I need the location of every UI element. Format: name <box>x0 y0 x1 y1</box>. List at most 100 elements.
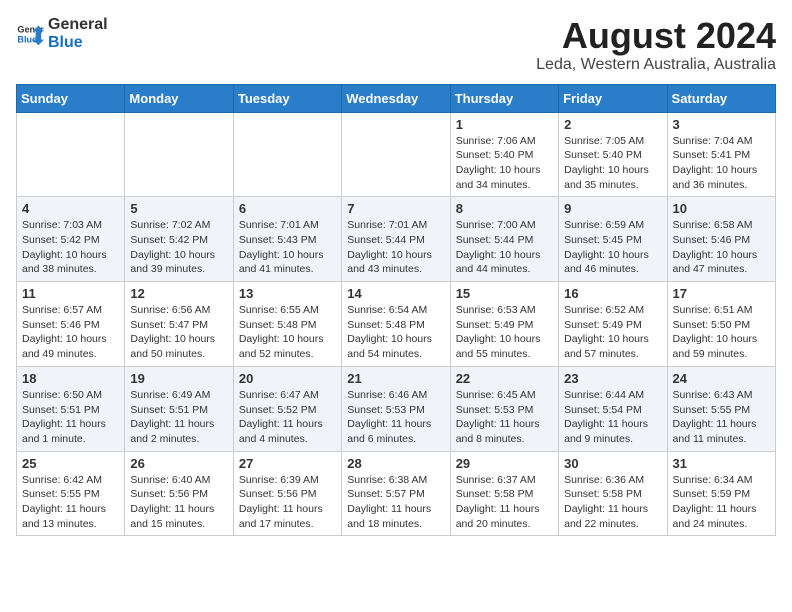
day-number: 30 <box>564 456 661 471</box>
day-info: Sunrise: 6:52 AMSunset: 5:49 PMDaylight:… <box>564 303 661 362</box>
day-number: 23 <box>564 371 661 386</box>
day-number: 29 <box>456 456 553 471</box>
day-number: 25 <box>22 456 119 471</box>
day-info: Sunrise: 6:53 AMSunset: 5:49 PMDaylight:… <box>456 303 553 362</box>
day-info: Sunrise: 7:05 AMSunset: 5:40 PMDaylight:… <box>564 134 661 193</box>
calendar-cell: 20 Sunrise: 6:47 AMSunset: 5:52 PMDayligh… <box>233 366 341 451</box>
calendar-cell: 13 Sunrise: 6:55 AMSunset: 5:48 PMDayligh… <box>233 282 341 367</box>
svg-text:Blue: Blue <box>17 34 37 44</box>
day-number: 19 <box>130 371 227 386</box>
calendar-day-header: Thursday <box>450 84 558 112</box>
calendar-day-header: Wednesday <box>342 84 450 112</box>
calendar-day-header: Tuesday <box>233 84 341 112</box>
day-info: Sunrise: 6:43 AMSunset: 5:55 PMDaylight:… <box>673 388 770 447</box>
day-info: Sunrise: 6:38 AMSunset: 5:57 PMDaylight:… <box>347 473 444 532</box>
logo: General Blue General Blue <box>16 16 108 51</box>
day-number: 18 <box>22 371 119 386</box>
logo-blue-text: Blue <box>48 34 108 52</box>
calendar-week-row: 11 Sunrise: 6:57 AMSunset: 5:46 PMDayligh… <box>17 282 776 367</box>
calendar-cell: 31Sunrise: 6:34 AMSunset: 5:59 PMDayligh… <box>667 451 775 536</box>
day-number: 5 <box>130 201 227 216</box>
day-number: 3 <box>673 117 770 132</box>
day-info: Sunrise: 6:49 AMSunset: 5:51 PMDaylight:… <box>130 388 227 447</box>
day-info: Sunrise: 6:59 AMSunset: 5:45 PMDaylight:… <box>564 218 661 277</box>
calendar-cell: 15 Sunrise: 6:53 AMSunset: 5:49 PMDayligh… <box>450 282 558 367</box>
calendar-cell: 22Sunrise: 6:45 AMSunset: 5:53 PMDayligh… <box>450 366 558 451</box>
calendar-table: SundayMondayTuesdayWednesdayThursdayFrid… <box>16 84 776 537</box>
day-info: Sunrise: 6:36 AMSunset: 5:58 PMDaylight:… <box>564 473 661 532</box>
calendar-cell: 18Sunrise: 6:50 AMSunset: 5:51 PMDayligh… <box>17 366 125 451</box>
logo-icon: General Blue <box>16 20 44 48</box>
day-number: 24 <box>673 371 770 386</box>
day-number: 2 <box>564 117 661 132</box>
calendar-cell: 12 Sunrise: 6:56 AMSunset: 5:47 PMDayligh… <box>125 282 233 367</box>
day-info: Sunrise: 6:57 AMSunset: 5:46 PMDaylight:… <box>22 303 119 362</box>
day-number: 21 <box>347 371 444 386</box>
day-number: 13 <box>239 286 336 301</box>
day-number: 1 <box>456 117 553 132</box>
day-info: Sunrise: 6:58 AMSunset: 5:46 PMDaylight:… <box>673 218 770 277</box>
calendar-day-header: Monday <box>125 84 233 112</box>
day-info: Sunrise: 6:55 AMSunset: 5:48 PMDaylight:… <box>239 303 336 362</box>
day-info: Sunrise: 6:45 AMSunset: 5:53 PMDaylight:… <box>456 388 553 447</box>
calendar-week-row: 18Sunrise: 6:50 AMSunset: 5:51 PMDayligh… <box>17 366 776 451</box>
day-info: Sunrise: 6:54 AMSunset: 5:48 PMDaylight:… <box>347 303 444 362</box>
day-number: 17 <box>673 286 770 301</box>
day-info: Sunrise: 6:46 AMSunset: 5:53 PMDaylight:… <box>347 388 444 447</box>
calendar-cell <box>125 112 233 197</box>
calendar-day-header: Friday <box>559 84 667 112</box>
calendar-cell: 11 Sunrise: 6:57 AMSunset: 5:46 PMDayligh… <box>17 282 125 367</box>
calendar-cell: 3Sunrise: 7:04 AMSunset: 5:41 PMDaylight… <box>667 112 775 197</box>
day-info: Sunrise: 7:01 AMSunset: 5:44 PMDaylight:… <box>347 218 444 277</box>
page-header: General Blue General Blue August 2024 Le… <box>16 16 776 74</box>
day-number: 20 <box>239 371 336 386</box>
calendar-cell: 23 Sunrise: 6:44 AMSunset: 5:54 PMDayligh… <box>559 366 667 451</box>
day-number: 16 <box>564 286 661 301</box>
day-number: 9 <box>564 201 661 216</box>
day-number: 6 <box>239 201 336 216</box>
day-number: 27 <box>239 456 336 471</box>
calendar-cell: 14Sunrise: 6:54 AMSunset: 5:48 PMDayligh… <box>342 282 450 367</box>
calendar-cell: 4Sunrise: 7:03 AMSunset: 5:42 PMDaylight… <box>17 197 125 282</box>
title-area: August 2024 Leda, Western Australia, Aus… <box>536 16 776 74</box>
calendar-cell <box>342 112 450 197</box>
calendar-cell: 29Sunrise: 6:37 AMSunset: 5:58 PMDayligh… <box>450 451 558 536</box>
calendar-week-row: 1 Sunrise: 7:06 AMSunset: 5:40 PMDaylight… <box>17 112 776 197</box>
calendar-cell: 26 Sunrise: 6:40 AMSunset: 5:56 PMDayligh… <box>125 451 233 536</box>
calendar-cell <box>233 112 341 197</box>
calendar-cell: 7 Sunrise: 7:01 AMSunset: 5:44 PMDaylight… <box>342 197 450 282</box>
calendar-cell: 27Sunrise: 6:39 AMSunset: 5:56 PMDayligh… <box>233 451 341 536</box>
day-info: Sunrise: 7:06 AMSunset: 5:40 PMDaylight:… <box>456 134 553 193</box>
calendar-cell: 9 Sunrise: 6:59 AMSunset: 5:45 PMDaylight… <box>559 197 667 282</box>
calendar-day-header: Saturday <box>667 84 775 112</box>
day-info: Sunrise: 7:01 AMSunset: 5:43 PMDaylight:… <box>239 218 336 277</box>
day-info: Sunrise: 6:42 AMSunset: 5:55 PMDaylight:… <box>22 473 119 532</box>
calendar-week-row: 25 Sunrise: 6:42 AMSunset: 5:55 PMDayligh… <box>17 451 776 536</box>
calendar-cell <box>17 112 125 197</box>
day-number: 7 <box>347 201 444 216</box>
logo-general-text: General <box>48 16 108 34</box>
day-number: 15 <box>456 286 553 301</box>
day-number: 11 <box>22 286 119 301</box>
calendar-cell: 1 Sunrise: 7:06 AMSunset: 5:40 PMDaylight… <box>450 112 558 197</box>
calendar-day-header: Sunday <box>17 84 125 112</box>
day-info: Sunrise: 6:51 AMSunset: 5:50 PMDaylight:… <box>673 303 770 362</box>
day-info: Sunrise: 6:47 AMSunset: 5:52 PMDaylight:… <box>239 388 336 447</box>
calendar-cell: 28Sunrise: 6:38 AMSunset: 5:57 PMDayligh… <box>342 451 450 536</box>
day-number: 31 <box>673 456 770 471</box>
day-number: 26 <box>130 456 227 471</box>
day-number: 8 <box>456 201 553 216</box>
calendar-cell: 8Sunrise: 7:00 AMSunset: 5:44 PMDaylight… <box>450 197 558 282</box>
day-info: Sunrise: 6:56 AMSunset: 5:47 PMDaylight:… <box>130 303 227 362</box>
calendar-week-row: 4Sunrise: 7:03 AMSunset: 5:42 PMDaylight… <box>17 197 776 282</box>
calendar-cell: 16 Sunrise: 6:52 AMSunset: 5:49 PMDayligh… <box>559 282 667 367</box>
day-number: 12 <box>130 286 227 301</box>
day-info: Sunrise: 6:44 AMSunset: 5:54 PMDaylight:… <box>564 388 661 447</box>
calendar-cell: 30 Sunrise: 6:36 AMSunset: 5:58 PMDayligh… <box>559 451 667 536</box>
calendar-cell: 24 Sunrise: 6:43 AMSunset: 5:55 PMDayligh… <box>667 366 775 451</box>
location-subtitle: Leda, Western Australia, Australia <box>536 56 776 74</box>
day-info: Sunrise: 6:40 AMSunset: 5:56 PMDaylight:… <box>130 473 227 532</box>
calendar-cell: 17 Sunrise: 6:51 AMSunset: 5:50 PMDayligh… <box>667 282 775 367</box>
calendar-cell: 2 Sunrise: 7:05 AMSunset: 5:40 PMDaylight… <box>559 112 667 197</box>
day-info: Sunrise: 7:03 AMSunset: 5:42 PMDaylight:… <box>22 218 119 277</box>
